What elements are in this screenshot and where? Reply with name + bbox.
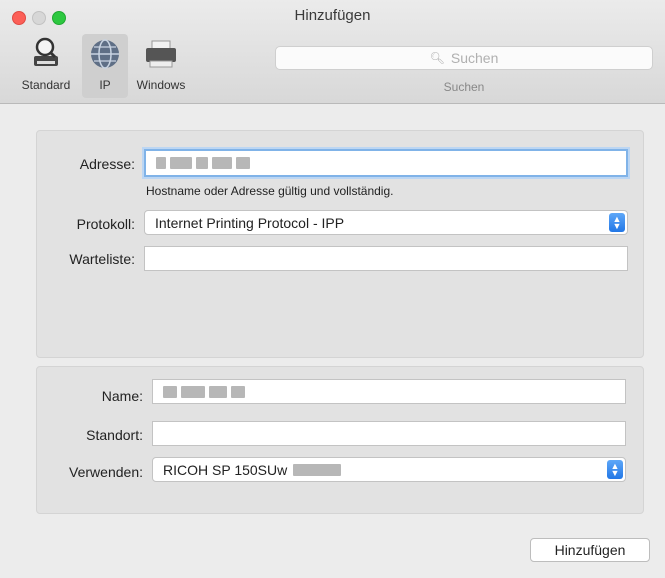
redacted-text — [231, 385, 245, 398]
add-button[interactable]: Hinzufügen — [530, 538, 650, 562]
address-label: Adresse: — [79, 156, 135, 172]
toolbar-item-label: Windows — [136, 78, 186, 92]
redacted-text — [293, 463, 342, 476]
chevron-up-down-icon: ▲ ▼ — [609, 213, 625, 232]
globe-icon — [82, 34, 128, 74]
search-placeholder: Suchen — [450, 50, 499, 66]
content-area: Adresse: Hostname oder Adresse gültig un… — [0, 104, 665, 578]
redacted-text — [156, 157, 166, 169]
location-field[interactable] — [152, 421, 626, 446]
toolbar-item-standard[interactable]: Standard — [12, 34, 80, 98]
search-icon: 🔍︎ — [429, 51, 445, 65]
redacted-text — [236, 157, 250, 169]
address-field[interactable] — [144, 149, 628, 177]
redacted-text — [170, 157, 192, 169]
queue-label: Warteliste: — [69, 251, 135, 267]
window-titlebar: Hinzufügen Standard IP Windows 🔍︎ Suchen… — [0, 0, 665, 104]
name-label: Name: — [101, 388, 143, 404]
driver-value: RICOH SP 150SUw — [163, 461, 288, 478]
location-label: Standort: — [86, 427, 143, 443]
protocol-popup[interactable]: Internet Printing Protocol - IPP ▲ ▼ — [144, 210, 628, 235]
redacted-text — [209, 385, 227, 398]
chevron-up-down-icon: ▲ ▼ — [607, 460, 623, 479]
protocol-label: Protokoll: — [76, 216, 135, 232]
driver-popup[interactable]: RICOH SP 150SUw ▲ ▼ — [152, 457, 626, 482]
queue-field[interactable] — [144, 246, 628, 271]
address-hint: Hostname oder Adresse gültig und vollstä… — [146, 184, 394, 198]
redacted-text — [163, 385, 177, 398]
use-label: Verwenden: — [69, 464, 143, 480]
protocol-value: Internet Printing Protocol - IPP — [155, 214, 345, 231]
windows-printer-icon — [130, 34, 192, 74]
name-field[interactable] — [152, 379, 626, 404]
window-title: Hinzufügen — [294, 7, 371, 24]
search-caption: Suchen — [443, 80, 485, 94]
redacted-text — [196, 157, 208, 169]
toolbar-item-label: IP — [99, 78, 111, 92]
toolbar-item-label: Standard — [21, 78, 71, 92]
printer-magnifier-icon — [12, 34, 80, 74]
toolbar-item-windows[interactable]: Windows — [130, 34, 192, 98]
search-field[interactable]: 🔍︎ Suchen — [275, 46, 653, 70]
redacted-text — [212, 157, 232, 169]
toolbar-item-ip[interactable]: IP — [82, 34, 128, 98]
redacted-text — [181, 385, 205, 398]
